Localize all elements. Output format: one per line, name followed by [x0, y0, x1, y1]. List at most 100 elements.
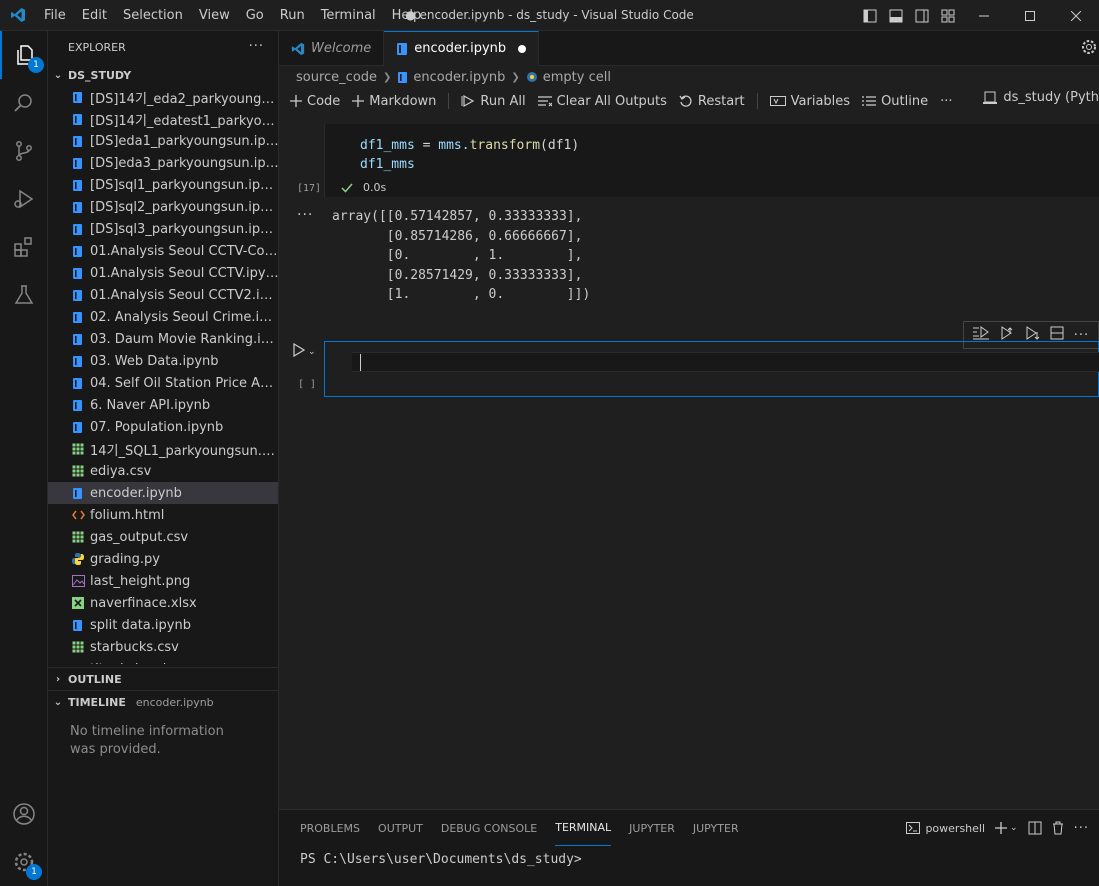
cell-input[interactable]: [352, 352, 1099, 372]
menu-terminal[interactable]: Terminal: [313, 0, 384, 31]
tab-label: Welcome: [311, 41, 372, 56]
run-all-button[interactable]: Run All: [461, 94, 526, 109]
file-item[interactable]: 01.Analysis Seoul CCTV.ipynb: [48, 262, 278, 284]
file-item[interactable]: 02. Analysis Seoul Crime.ipynb: [48, 306, 278, 328]
bottom-panel: PROBLEMS OUTPUT DEBUG CONSOLE TERMINAL JUPYT…: [279, 809, 1099, 886]
file-item[interactable]: 03. Web Data.ipynb: [48, 350, 278, 372]
file-item[interactable]: naverfinace.xlsx: [48, 592, 278, 614]
file-item[interactable]: split data.ipynb: [48, 614, 278, 636]
cell-source[interactable]: df1_mms = mms.transform(df1) df1_mms: [360, 136, 579, 174]
outline-button[interactable]: Outline: [862, 94, 928, 109]
file-item[interactable]: last_height.png: [48, 570, 278, 592]
notebook-icon: [72, 485, 90, 501]
file-item[interactable]: 14기_SQL1_parkyoungsun.csv.c...: [48, 438, 278, 460]
add-markdown-button[interactable]: Markdown: [352, 94, 436, 109]
code-cell[interactable]: df1_mms = mms.transform(df1) df1_mms: [324, 124, 1099, 197]
breadcrumb-cell[interactable]: empty cell: [543, 70, 611, 85]
toggle-sidebar-icon[interactable]: [857, 0, 883, 31]
folder-header[interactable]: ⌄ DS_STUDY: [48, 64, 278, 86]
file-item[interactable]: gas_output.csv: [48, 526, 278, 548]
file-item[interactable]: folium.html: [48, 504, 278, 526]
restart-button[interactable]: Restart: [679, 94, 745, 109]
testing-icon[interactable]: [0, 271, 48, 319]
file-item[interactable]: ediya.csv: [48, 460, 278, 482]
empty-code-cell[interactable]: [324, 341, 1099, 397]
account-icon[interactable]: [0, 790, 48, 838]
file-item[interactable]: 03. Daum Movie Ranking.ipynb: [48, 328, 278, 350]
chevron-right-icon: ›: [55, 673, 61, 685]
file-item[interactable]: [DS]14기_edatest1_parkyoungs...: [48, 108, 278, 130]
panel-tab-jupyter[interactable]: JUPYTER: [629, 810, 675, 846]
file-item[interactable]: 07. Population.ipynb: [48, 416, 278, 438]
outline-title: OUTLINE: [68, 672, 122, 686]
menu-run[interactable]: Run: [272, 0, 313, 31]
tab-welcome[interactable]: Welcome: [279, 31, 385, 66]
maximize-icon[interactable]: [1007, 0, 1053, 31]
file-item[interactable]: starbucks.csv: [48, 636, 278, 658]
file-item[interactable]: grading.py: [48, 548, 278, 570]
file-name: 03. Web Data.ipynb: [90, 353, 219, 369]
file-item[interactable]: 01.Analysis Seoul CCTV-Copy1....: [48, 240, 278, 262]
run-cell-button[interactable]: ⌄: [293, 342, 316, 361]
search-icon[interactable]: [0, 79, 48, 127]
notebook-settings-icon[interactable]: [1081, 39, 1099, 59]
unsaved-dot-icon[interactable]: [518, 44, 527, 53]
panel-tab-output[interactable]: OUTPUT: [378, 810, 423, 846]
file-item[interactable]: 04. Self Oil Station Price Analys...: [48, 372, 278, 394]
file-name: 14기_SQL1_parkyoungsun.csv.c...: [90, 443, 278, 459]
file-item[interactable]: 01.Analysis Seoul CCTV2.ipynb: [48, 284, 278, 306]
panel-tab-jupyter[interactable]: JUPYTER: [693, 810, 739, 846]
clear-outputs-button[interactable]: Clear All Outputs: [537, 94, 667, 109]
source-control-icon[interactable]: [0, 127, 48, 175]
file-item[interactable]: encoder.ipynb: [48, 482, 278, 504]
breadcrumb-file[interactable]: encoder.ipynb: [413, 70, 505, 85]
toggle-secondary-sidebar-icon[interactable]: [909, 0, 935, 31]
file-item[interactable]: 6. Naver API.ipynb: [48, 394, 278, 416]
breadcrumb-folder[interactable]: source_code: [296, 70, 377, 85]
menu-go[interactable]: Go: [238, 0, 272, 31]
file-item[interactable]: [DS]eda3_parkyoungsun.ipynb: [48, 152, 278, 174]
menu-selection[interactable]: Selection: [115, 0, 191, 31]
file-item[interactable]: [DS]sql2_parkyoungsun.ipynb: [48, 196, 278, 218]
extensions-icon[interactable]: [0, 223, 48, 271]
menu-edit[interactable]: Edit: [74, 0, 115, 31]
more-actions-icon[interactable]: ···: [249, 39, 264, 54]
check-icon: [341, 183, 353, 193]
timeline-header[interactable]: ⌄ TIMELINE encoder.ipynb: [48, 691, 278, 713]
more-actions-icon[interactable]: ···: [1074, 821, 1089, 836]
new-terminal-button[interactable]: ⌄: [995, 822, 1018, 834]
toolbar-divider: [756, 93, 758, 109]
explorer-icon[interactable]: 1: [0, 31, 48, 79]
menu-file[interactable]: File: [36, 0, 74, 31]
minimize-icon[interactable]: [961, 0, 1007, 31]
outline-section[interactable]: › OUTLINE: [48, 667, 278, 690]
add-code-button[interactable]: Code: [290, 94, 340, 109]
panel-tab-problems[interactable]: PROBLEMS: [300, 810, 360, 846]
panel-tab-terminal[interactable]: TERMINAL: [555, 810, 612, 846]
more-actions-icon[interactable]: ···: [940, 94, 952, 109]
file-item[interactable]: [DS]eda1_parkyoungsun.ipynb: [48, 130, 278, 152]
run-debug-icon[interactable]: [0, 175, 48, 223]
tab-encoder[interactable]: encoder.ipynb: [384, 31, 540, 66]
output-more-icon[interactable]: ···: [297, 207, 313, 223]
toggle-panel-icon[interactable]: [883, 0, 909, 31]
kernel-picker[interactable]: ds_study (Pyth: [983, 90, 1099, 105]
close-icon[interactable]: [1053, 0, 1099, 31]
trash-icon[interactable]: [1052, 821, 1064, 835]
chevron-down-icon[interactable]: ⌄: [1010, 823, 1018, 833]
customize-layout-icon[interactable]: [935, 0, 961, 31]
settings-gear-icon[interactable]: 1: [0, 838, 48, 886]
file-item[interactable]: [DS]14기_eda2_parkyoungsun.i...: [48, 86, 278, 108]
panel-tab-debug-console[interactable]: DEBUG CONSOLE: [441, 810, 537, 846]
csv-icon: [72, 463, 90, 479]
terminal-prompt[interactable]: PS C:\Users\user\Documents\ds_study>: [279, 846, 1099, 867]
terminal-shell[interactable]: powershell: [906, 822, 985, 835]
file-item[interactable]: titanic.ipynb: [48, 658, 278, 664]
file-item[interactable]: [DS]sql1_parkyoungsun.ipynb: [48, 174, 278, 196]
menu-view[interactable]: View: [191, 0, 238, 31]
file-item[interactable]: [DS]sql3_parkyoungsun.ipynb: [48, 218, 278, 240]
chevron-down-icon[interactable]: ⌄: [308, 347, 316, 357]
menu-help[interactable]: Help: [384, 0, 430, 31]
variables-button[interactable]: Variables: [769, 94, 850, 109]
split-terminal-icon[interactable]: [1028, 821, 1042, 835]
